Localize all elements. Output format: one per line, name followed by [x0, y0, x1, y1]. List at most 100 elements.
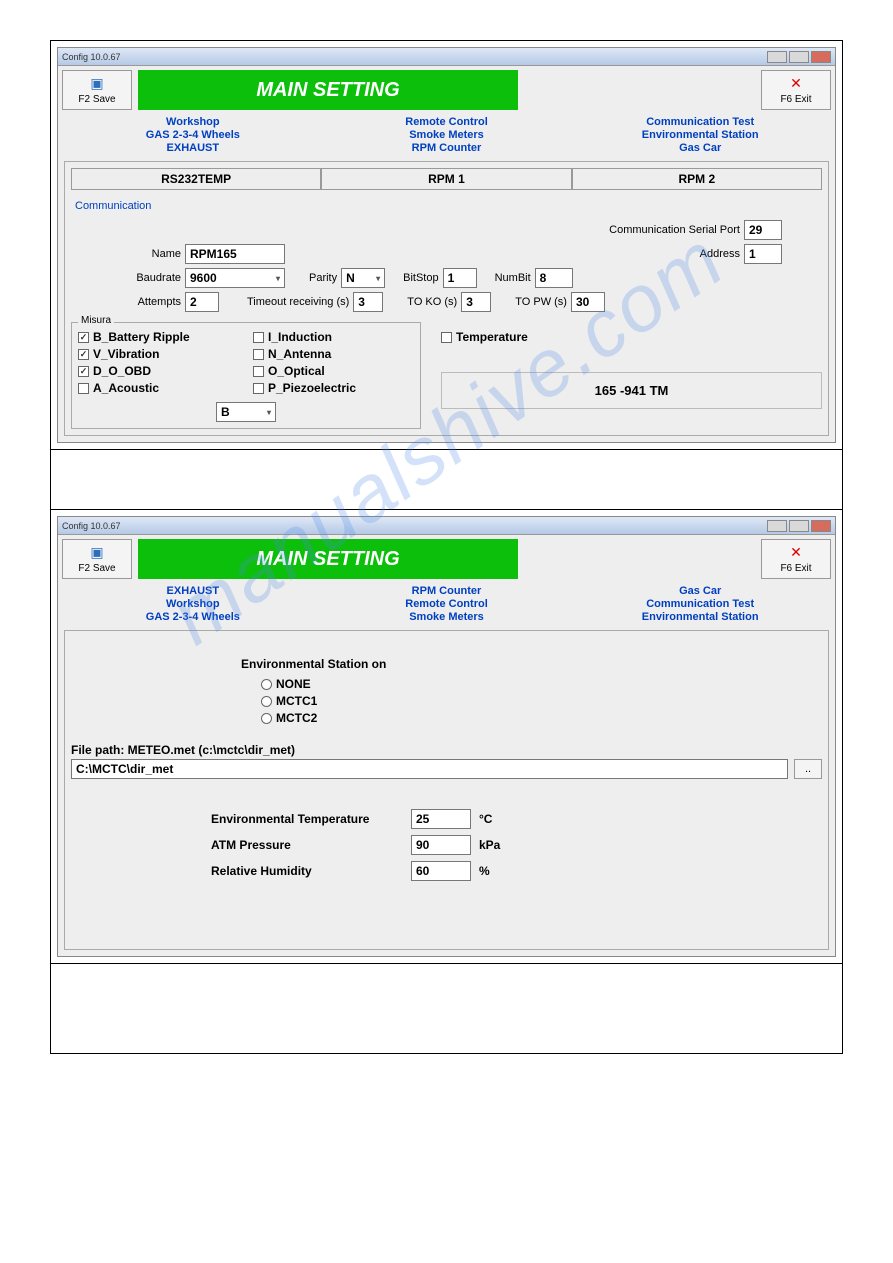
attempts-label: Attempts — [71, 296, 181, 308]
atm-label: ATM Pressure — [211, 838, 411, 852]
name-input[interactable] — [185, 244, 285, 264]
topw-label: TO PW (s) — [515, 296, 567, 308]
exit-label: F6 Exit — [780, 563, 811, 574]
timeout-input[interactable] — [353, 292, 383, 312]
atm-unit: kPa — [479, 838, 500, 852]
chk-battery[interactable] — [78, 332, 89, 343]
exit-label: F6 Exit — [780, 94, 811, 105]
exit-button[interactable]: ✕ F6 Exit — [761, 70, 831, 110]
baud-combo[interactable]: 9600 — [185, 268, 285, 288]
save-button[interactable]: ▣ F2 Save — [62, 539, 132, 579]
comm-port-input[interactable] — [744, 220, 782, 240]
parity-label: Parity — [309, 272, 337, 284]
misura-combo[interactable]: B — [216, 402, 276, 422]
env-temp-unit: °C — [479, 812, 492, 826]
browse-button[interactable]: .. — [794, 759, 822, 779]
humidity-label: Relative Humidity — [211, 864, 411, 878]
titlebar[interactable]: Config 10.0.67 — [58, 517, 835, 535]
close-button[interactable] — [811, 51, 831, 63]
window-title: Config 10.0.67 — [62, 52, 121, 62]
parity-combo[interactable]: N — [341, 268, 385, 288]
tab[interactable]: Remote Control — [320, 116, 574, 129]
radio-none[interactable] — [261, 679, 272, 690]
humidity-unit: % — [479, 864, 490, 878]
env-temp-input[interactable] — [411, 809, 471, 829]
minimize-button[interactable] — [767, 51, 787, 63]
chk-optical[interactable] — [253, 366, 264, 377]
toko-input[interactable] — [461, 292, 491, 312]
chk-antenna[interactable] — [253, 349, 264, 360]
close-button[interactable] — [811, 520, 831, 532]
radio-mctc2[interactable] — [261, 713, 272, 724]
tab[interactable]: Smoke Meters — [320, 611, 574, 624]
chk-temperature[interactable] — [441, 332, 452, 343]
group-label: Communication — [75, 200, 822, 212]
chk-acoustic[interactable] — [78, 383, 89, 394]
close-icon: ✕ — [790, 75, 802, 92]
env-temp-label: Environmental Temperature — [211, 812, 411, 826]
main-panel: RS232TEMP RPM 1 RPM 2 Communication Comm… — [64, 161, 829, 436]
name-label: Name — [71, 248, 181, 260]
humidity-input[interactable] — [411, 861, 471, 881]
banner: MAIN SETTING — [138, 70, 518, 110]
tab[interactable]: RPM Counter — [320, 142, 574, 155]
main-panel: Environmental Station on NONE MCTC1 MCTC… — [64, 630, 829, 950]
maximize-button[interactable] — [789, 520, 809, 532]
numbit-input[interactable] — [535, 268, 573, 288]
tab[interactable]: Workshop — [66, 598, 320, 611]
address-input[interactable] — [744, 244, 782, 264]
tab[interactable]: EXHAUST — [66, 585, 320, 598]
minimize-button[interactable] — [767, 520, 787, 532]
tab[interactable]: Remote Control — [320, 598, 574, 611]
save-label: F2 Save — [78, 563, 115, 574]
save-icon: ▣ — [90, 75, 103, 92]
chk-obd[interactable] — [78, 366, 89, 377]
save-icon: ▣ — [90, 544, 103, 561]
tab[interactable]: Gas Car — [573, 585, 827, 598]
tab[interactable]: Smoke Meters — [320, 129, 574, 142]
tab-strip: EXHAUSTRPM CounterGas Car WorkshopRemote… — [58, 583, 835, 624]
subtab-rpm2[interactable]: RPM 2 — [572, 168, 822, 190]
toko-label: TO KO (s) — [407, 296, 457, 308]
config-window-2: Config 10.0.67 ▣ F2 Save MAIN SETTING ✕ … — [57, 516, 836, 957]
baud-label: Baudrate — [71, 272, 181, 284]
exit-button[interactable]: ✕ F6 Exit — [761, 539, 831, 579]
bitstop-input[interactable] — [443, 268, 477, 288]
tab[interactable]: Communication Test — [573, 598, 827, 611]
misura-group: Misura B_Battery Ripple V_Vibration D_O_… — [71, 322, 421, 429]
banner: MAIN SETTING — [138, 539, 518, 579]
subtab-rpm1[interactable]: RPM 1 — [321, 168, 571, 190]
comm-port-label: Communication Serial Port — [609, 224, 740, 236]
tab[interactable]: GAS 2-3-4 Wheels — [66, 611, 320, 624]
env-label: Environmental Station on — [241, 657, 822, 671]
timeout-label: Timeout receiving (s) — [247, 296, 349, 308]
chk-induction[interactable] — [253, 332, 264, 343]
document-table: Config 10.0.67 ▣ F2 Save MAIN SETTING ✕ … — [50, 40, 843, 1054]
tab[interactable]: Gas Car — [573, 142, 827, 155]
tab[interactable]: Environmental Station — [573, 129, 827, 142]
tab[interactable]: GAS 2-3-4 Wheels — [66, 129, 320, 142]
tab-strip: WorkshopRemote ControlCommunication Test… — [58, 114, 835, 155]
save-button[interactable]: ▣ F2 Save — [62, 70, 132, 110]
atm-input[interactable] — [411, 835, 471, 855]
tab[interactable]: Environmental Station — [573, 611, 827, 624]
save-label: F2 Save — [78, 94, 115, 105]
maximize-button[interactable] — [789, 51, 809, 63]
chk-vibration[interactable] — [78, 349, 89, 360]
tab[interactable]: Communication Test — [573, 116, 827, 129]
window-title: Config 10.0.67 — [62, 521, 121, 531]
bitstop-label: BitStop — [403, 272, 438, 284]
topw-input[interactable] — [571, 292, 605, 312]
close-icon: ✕ — [790, 544, 802, 561]
radio-mctc1[interactable] — [261, 696, 272, 707]
tab[interactable]: RPM Counter — [320, 585, 574, 598]
filepath-input[interactable] — [71, 759, 788, 779]
subtab-rs232[interactable]: RS232TEMP — [71, 168, 321, 190]
misura-legend: Misura — [78, 315, 114, 326]
tab[interactable]: EXHAUST — [66, 142, 320, 155]
chk-piezo[interactable] — [253, 383, 264, 394]
tab[interactable]: Workshop — [66, 116, 320, 129]
config-window-1: Config 10.0.67 ▣ F2 Save MAIN SETTING ✕ … — [57, 47, 836, 443]
attempts-input[interactable] — [185, 292, 219, 312]
titlebar[interactable]: Config 10.0.67 — [58, 48, 835, 66]
